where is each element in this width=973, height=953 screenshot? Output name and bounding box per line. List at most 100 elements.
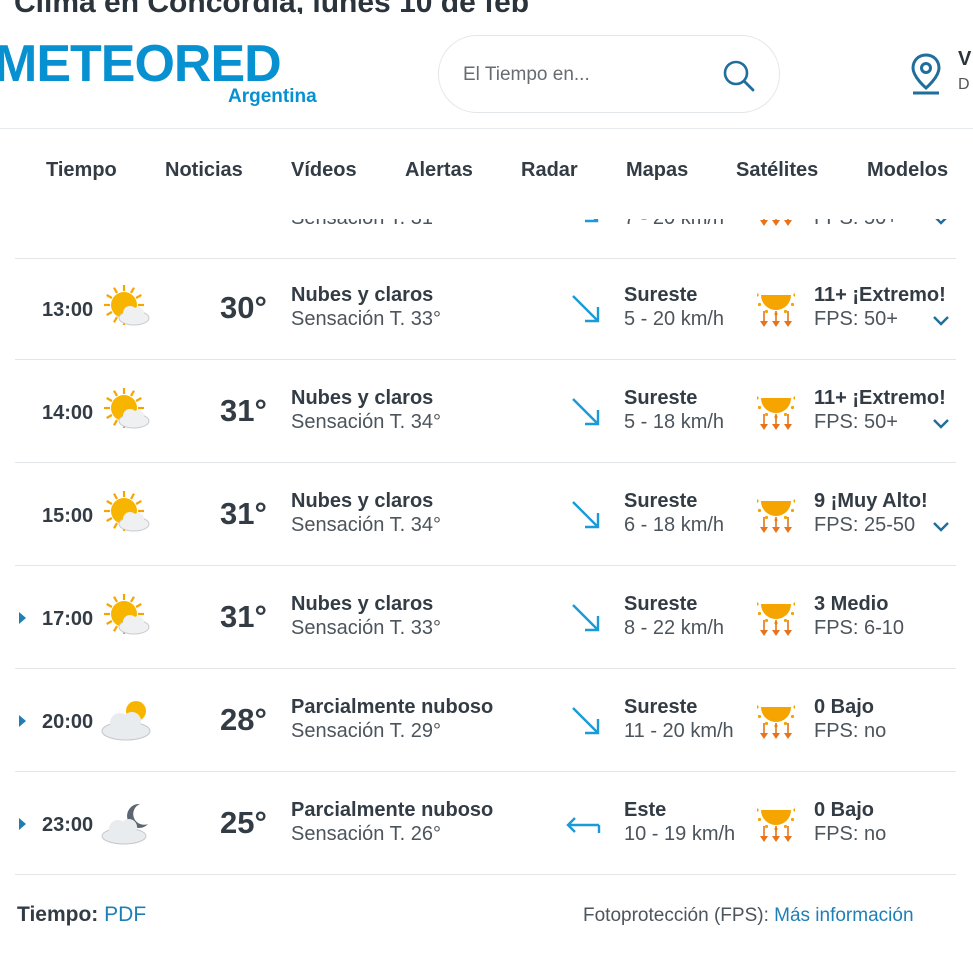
row-wind-speed: 11 - 20 km/h [624, 720, 734, 742]
row-description: Parcialmente nuboso [291, 696, 494, 718]
search-icon[interactable] [721, 58, 757, 94]
uv-sun-icon [757, 499, 795, 533]
row-uv-index: 9 ¡Muy Alto! [814, 490, 928, 512]
row-uv-index: 3 Medio [814, 593, 889, 615]
row-uv-index: 11+ ¡Extremo! [814, 284, 946, 306]
main-nav: Tiempo Noticias Vídeos Alertas Radar Map… [0, 129, 973, 217]
fps-value: FPS: 50+ [814, 219, 898, 230]
nav-radar[interactable]: Radar [521, 159, 578, 182]
chevron-down-icon[interactable] [932, 219, 950, 226]
chevron-down-icon[interactable] [932, 418, 950, 430]
footer-pdf: Tiempo: PDF [17, 903, 146, 927]
hourly-row[interactable]: 20:00 28° Parcialmente nuboso Sensación T. … [0, 669, 973, 772]
row-description: Nubes y claros [291, 593, 434, 615]
row-wind-direction: Sureste [624, 490, 698, 512]
uv-sun-icon [757, 705, 795, 739]
hourly-row[interactable]: 23:00 25° Parcialmente nuboso Sensación T. … [0, 772, 973, 875]
wind-speed: 7 - 20 km/h [624, 219, 724, 230]
logo-country: Argentina [228, 86, 317, 107]
uv-sun-icon [760, 219, 792, 226]
cloud-moon-icon [101, 803, 148, 845]
row-wind-speed: 8 - 22 km/h [624, 617, 725, 639]
nav-noticias[interactable]: Noticias [165, 159, 243, 182]
chevron-down-icon[interactable] [932, 315, 950, 327]
row-temperature: 31° [220, 393, 267, 428]
row-feels-like: Sensación T. 34° [291, 514, 441, 536]
row-fps: FPS: 6-10 [814, 617, 905, 639]
row-wind-speed: 6 - 18 km/h [624, 514, 725, 536]
row-time: 23:00 [42, 814, 94, 836]
feels-like: Sensación T. 31° [291, 219, 441, 230]
row-feels-like: Sensación T. 34° [291, 411, 441, 433]
sun-cloud-icon [104, 388, 150, 429]
row-time: 17:00 [42, 608, 94, 630]
row-temperature: 25° [220, 805, 267, 840]
wind-e-arrow-icon [566, 817, 601, 833]
row-fps: FPS: 25-50 [814, 514, 916, 536]
expand-triangle-icon[interactable] [19, 818, 26, 830]
row-wind-direction: Sureste [624, 696, 698, 718]
row-fps: FPS: no [814, 720, 887, 742]
row-wind-speed: 5 - 18 km/h [624, 411, 725, 433]
uv-sun-icon [757, 602, 795, 636]
cloud-sun-icon [101, 701, 151, 741]
row-fps: FPS: no [814, 823, 887, 845]
footer-label: Tiempo: [17, 903, 99, 926]
wind-se-arrow-icon [572, 295, 600, 323]
chevron-down-icon[interactable] [932, 521, 950, 533]
row-uv-index: 0 Bajo [814, 696, 875, 718]
sun-cloud-icon [104, 491, 150, 532]
row-time: 13:00 [42, 299, 94, 321]
row-wind-direction: Sureste [624, 387, 698, 409]
hourly-row[interactable]: 17:00 31° Nubes y claros Sensación T. 33° Su… [0, 566, 973, 669]
hourly-row[interactable]: 15:00 31° Nubes y claros Sensación T. 34° Su… [0, 463, 973, 566]
row-temperature: 30° [220, 290, 267, 325]
more-info-link[interactable]: Más información [774, 905, 913, 926]
search-box[interactable] [438, 35, 780, 113]
wind-se-arrow-icon [585, 219, 599, 223]
meteored-logo[interactable]: METEORED [0, 38, 282, 90]
sun-cloud-icon [104, 285, 150, 326]
location-name[interactable]: V [958, 48, 971, 71]
row-uv-index: 0 Bajo [814, 799, 875, 821]
expand-triangle-icon[interactable] [19, 612, 26, 624]
fps-label: Fotoprotección (FPS): [583, 905, 769, 926]
row-wind-direction: Este [624, 799, 667, 821]
footer-fps: Fotoprotección (FPS): Más información [583, 905, 914, 927]
row-temperature: 31° [220, 599, 267, 634]
wind-se-arrow-icon [572, 707, 600, 735]
row-description: Nubes y claros [291, 387, 434, 409]
wind-se-arrow-icon [572, 398, 600, 426]
nav-alertas[interactable]: Alertas [405, 159, 473, 182]
wind-se-arrow-icon [572, 604, 600, 632]
nav-satelites[interactable]: Satélites [736, 159, 818, 182]
row-fps: FPS: 50+ [814, 411, 898, 433]
hourly-row-partial[interactable]: Sensación T. 31° 7 - 20 km/h FPS: 50+ [0, 219, 973, 259]
hourly-row[interactable]: 14:00 31° Nubes y claros Sensación T. 34° Su… [0, 360, 973, 463]
row-description: Nubes y claros [291, 284, 434, 306]
row-wind-speed: 5 - 20 km/h [624, 308, 725, 330]
uv-sun-icon [757, 396, 795, 430]
expand-triangle-icon[interactable] [19, 715, 26, 727]
row-time: 15:00 [42, 505, 94, 527]
nav-tiempo[interactable]: Tiempo [46, 159, 117, 182]
nav-videos[interactable]: Vídeos [291, 159, 357, 182]
pdf-link[interactable]: PDF [104, 903, 146, 926]
row-uv-index: 11+ ¡Extremo! [814, 387, 946, 409]
row-time: 14:00 [42, 402, 94, 424]
row-wind-direction: Sureste [624, 284, 698, 306]
row-description: Parcialmente nuboso [291, 799, 494, 821]
row-feels-like: Sensación T. 33° [291, 308, 441, 330]
row-description: Nubes y claros [291, 490, 434, 512]
nav-modelos[interactable]: Modelos [867, 159, 948, 182]
uv-sun-icon [757, 293, 795, 327]
row-feels-like: Sensación T. 29° [291, 720, 441, 742]
uv-sun-icon [757, 808, 795, 842]
location-pin-icon[interactable] [908, 52, 944, 96]
nav-mapas[interactable]: Mapas [626, 159, 688, 182]
sun-cloud-icon [104, 594, 150, 635]
row-temperature: 31° [220, 496, 267, 531]
hourly-row[interactable]: 13:00 30° Nubes y claros Sensación T. 33° Su… [0, 257, 973, 360]
row-wind-direction: Sureste [624, 593, 698, 615]
search-input[interactable] [461, 58, 715, 92]
